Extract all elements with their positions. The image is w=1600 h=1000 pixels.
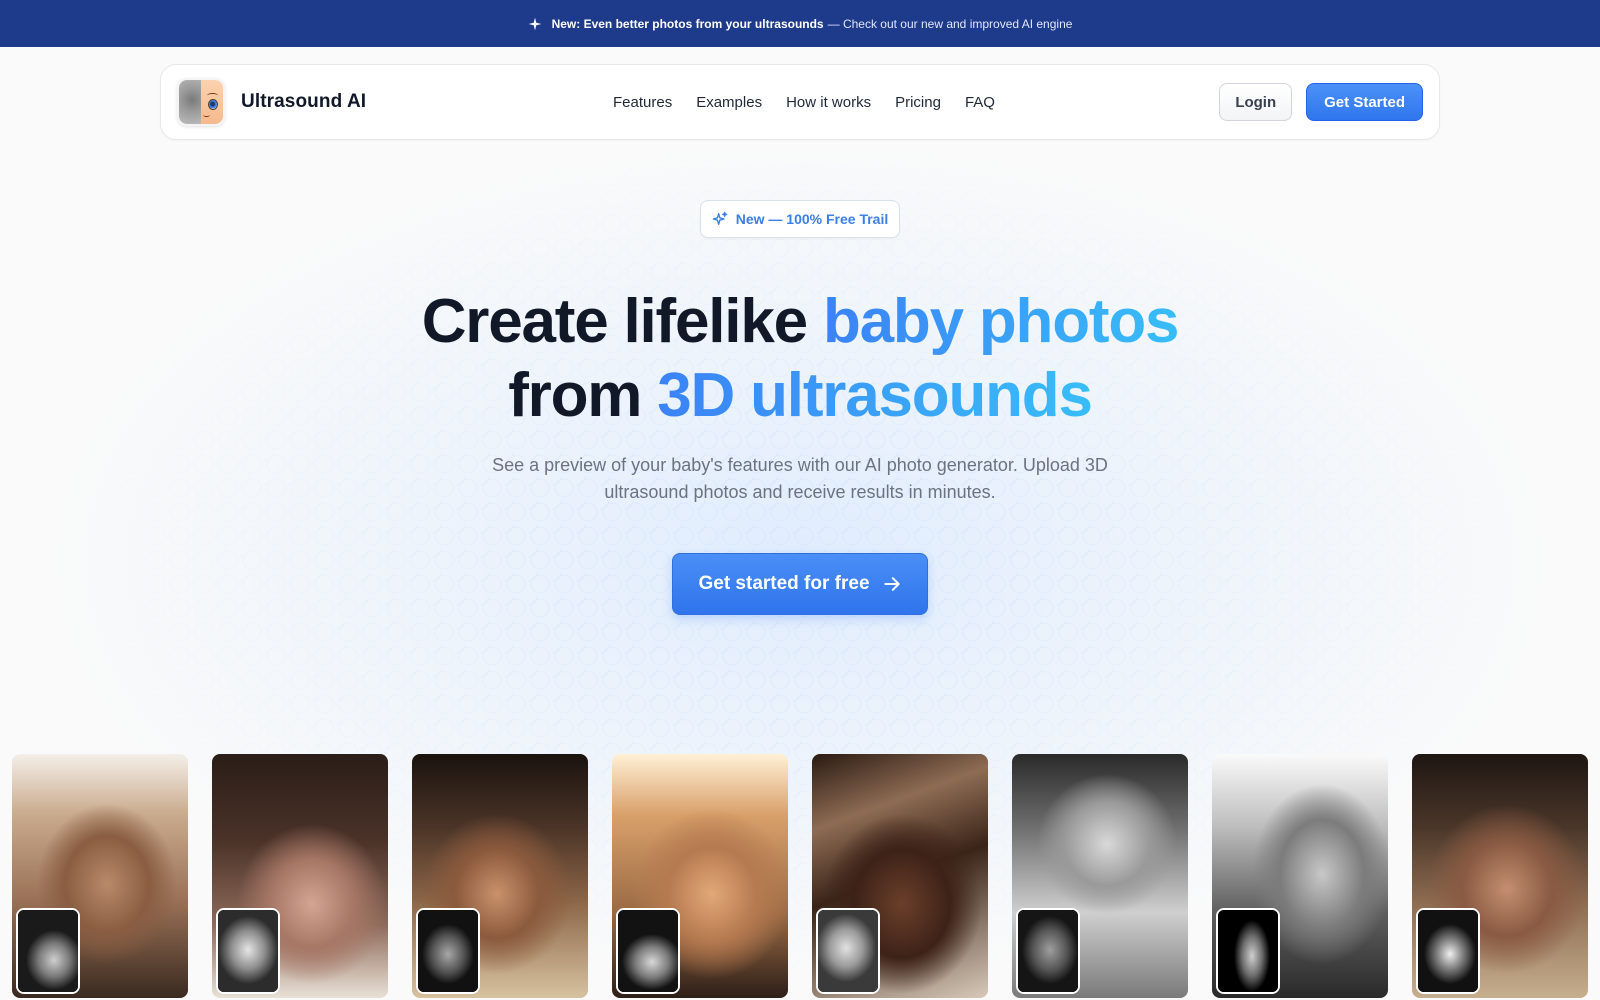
example-gallery: [12, 754, 1600, 1000]
nav-link-features[interactable]: Features: [613, 94, 672, 111]
sparkle-icon: [528, 17, 541, 30]
announcement-title: New: Even better photos from your ultras…: [551, 16, 824, 31]
gallery-card[interactable]: [212, 754, 388, 998]
ultrasound-thumbnail: [1416, 908, 1480, 994]
hero-headline: Create lifelike baby photos from 3D ultr…: [0, 285, 1600, 433]
headline-line2-plain: from: [508, 361, 658, 430]
gallery-card[interactable]: [1212, 754, 1388, 998]
ultrasound-thumbnail: [216, 908, 280, 994]
gallery-card[interactable]: [12, 754, 188, 998]
cta-label: Get started for free: [698, 573, 870, 594]
nav-actions: Login Get Started: [1219, 83, 1423, 121]
login-button[interactable]: Login: [1219, 83, 1293, 121]
gallery-card[interactable]: [1012, 754, 1188, 998]
ultrasound-thumbnail: [16, 908, 80, 994]
announcement-text: — Check out our new and improved AI engi…: [827, 16, 1073, 31]
logo-ultrasound-half: [179, 80, 201, 124]
ultrasound-thumbnail: [1216, 908, 1280, 994]
get-started-free-button[interactable]: Get started for free: [672, 553, 928, 615]
logo-mouth: [203, 113, 210, 117]
arrow-right-icon: [883, 577, 900, 591]
nav-link-how-it-works[interactable]: How it works: [786, 94, 871, 111]
ultrasound-thumbnail: [416, 908, 480, 994]
nav-link-faq[interactable]: FAQ: [965, 94, 995, 111]
get-started-button[interactable]: Get Started: [1306, 83, 1423, 121]
navbar: Ultrasound AI Features Examples How it w…: [160, 64, 1440, 140]
ultrasound-thumbnail: [816, 908, 880, 994]
hero-subtitle: See a preview of your baby's features wi…: [492, 455, 1108, 502]
headline-line2-accent: 3D ultrasounds: [657, 361, 1093, 430]
logo[interactable]: [177, 78, 225, 126]
gallery-card[interactable]: [612, 754, 788, 998]
headline-line1-plain: Create lifelike: [421, 287, 823, 356]
announcement-bar[interactable]: New: Even better photos from your ultras…: [0, 0, 1600, 47]
sparkles-icon: [712, 211, 728, 225]
nav-link-examples[interactable]: Examples: [696, 94, 762, 111]
logo-eye: [208, 99, 218, 110]
nav-links: Features Examples How it works Pricing F…: [613, 65, 995, 139]
free-trial-badge[interactable]: New — 100% Free Trail: [700, 200, 900, 238]
gallery-card[interactable]: [812, 754, 988, 998]
ultrasound-thumbnail: [1016, 908, 1080, 994]
nav-link-pricing[interactable]: Pricing: [895, 94, 941, 111]
brand-name[interactable]: Ultrasound AI: [241, 91, 366, 113]
badge-text: New — 100% Free Trail: [735, 211, 889, 227]
headline-line1-accent: baby photos: [822, 287, 1180, 356]
gallery-card[interactable]: [412, 754, 588, 998]
gallery-card[interactable]: [1412, 754, 1588, 998]
ultrasound-thumbnail: [616, 908, 680, 994]
logo-eyebrow: [207, 93, 218, 98]
